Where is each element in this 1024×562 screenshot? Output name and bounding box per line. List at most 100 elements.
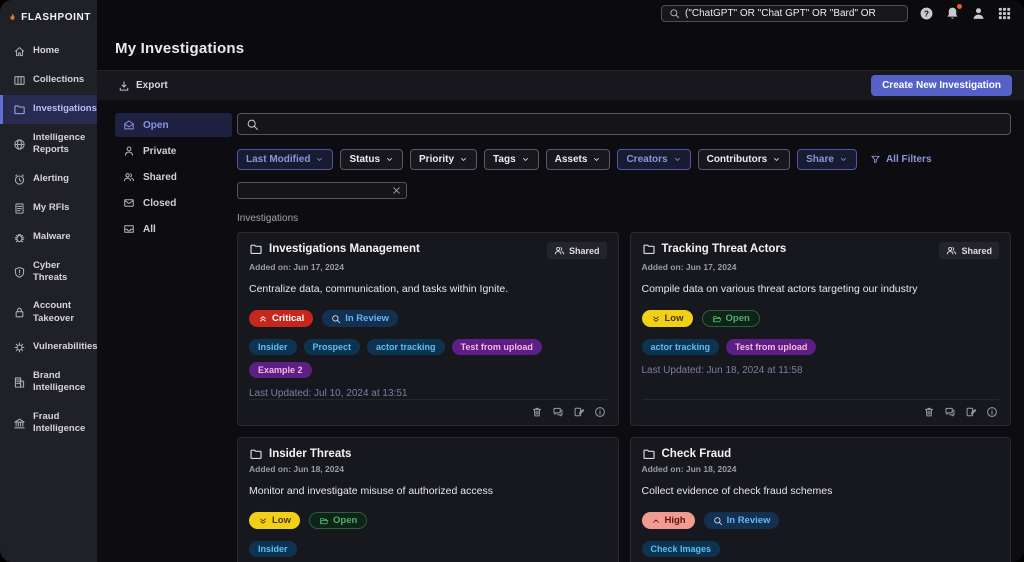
brand-logo[interactable]: FLASHPOINT	[0, 0, 97, 37]
info-icon[interactable]	[986, 406, 998, 418]
svg-text:?: ?	[924, 9, 929, 18]
filter-value-input[interactable]	[237, 182, 407, 199]
tag-pill[interactable]: Insider	[249, 541, 297, 557]
tag-pill[interactable]: Check Images	[642, 541, 721, 557]
funnel-icon	[870, 154, 881, 165]
card-added-date: Added on: Jun 18, 2024	[642, 464, 1000, 474]
tag-pill[interactable]: Test from upload	[726, 339, 816, 355]
subnav-item-shared[interactable]: Shared	[115, 165, 232, 189]
filter-contributors[interactable]: Contributors	[698, 149, 791, 170]
card-tags: Insider Prospect actor tracking Test from u…	[249, 339, 607, 378]
subnav-item-closed[interactable]: Closed	[115, 191, 232, 215]
investigation-card-insider-threats[interactable]: Insider Threats Added on: Jun 18, 2024 M…	[237, 437, 619, 562]
status-badge: In Review	[322, 310, 398, 327]
help-icon[interactable]: ?	[919, 6, 934, 21]
mail-open-icon	[123, 119, 135, 131]
content: Open Private Shared Closed All Last Modi…	[97, 100, 1024, 562]
card-tags: actor tracking Test from upload	[642, 339, 1000, 355]
chevron-up-icon	[651, 516, 661, 526]
info-icon[interactable]	[594, 406, 606, 418]
chevron-down-icon	[592, 155, 601, 164]
chevrons-up-icon	[258, 314, 268, 324]
shared-badge: Shared	[939, 242, 999, 259]
tag-pill[interactable]: actor tracking	[367, 339, 445, 355]
globe-icon	[13, 138, 26, 151]
sidebar-item-investigations[interactable]: Investigations	[0, 95, 97, 124]
filter-tags[interactable]: Tags	[484, 149, 539, 170]
filter-status[interactable]: Status	[340, 149, 403, 170]
priority-badge: Critical	[249, 310, 313, 327]
card-title[interactable]: Investigations Management	[269, 243, 420, 255]
create-new-investigation-button[interactable]: Create New Investigation	[871, 75, 1012, 96]
download-icon	[118, 80, 130, 92]
filter-priority[interactable]: Priority	[410, 149, 477, 170]
filter-last-modified[interactable]: Last Modified	[237, 149, 333, 170]
sidebar-item-cyber-threats[interactable]: Cyber Threats	[0, 252, 97, 293]
sidebar-item-fraud-intelligence[interactable]: Fraud Intelligence	[0, 403, 97, 444]
people-icon	[946, 245, 957, 256]
edit-icon[interactable]	[965, 406, 977, 418]
page-header: My Investigations	[97, 26, 1024, 70]
apps-icon[interactable]	[997, 6, 1012, 21]
bug-icon	[13, 231, 26, 244]
sidebar-item-vulnerabilities[interactable]: Vulnerabilities	[0, 333, 97, 362]
tag-pill[interactable]: Insider	[249, 339, 297, 355]
card-title[interactable]: Check Fraud	[662, 448, 732, 460]
investigations-search[interactable]	[237, 113, 1011, 135]
priority-badge: Low	[249, 512, 300, 529]
investigation-card-check-fraud[interactable]: Check Fraud Added on: Jun 18, 2024 Colle…	[630, 437, 1012, 562]
investigations-search-input[interactable]	[265, 117, 1002, 131]
main-area: ? My Investigations Export Create New In…	[97, 0, 1024, 562]
search-icon	[331, 314, 341, 324]
comments-icon[interactable]	[944, 406, 956, 418]
search-icon	[246, 118, 259, 131]
investigation-card-tracking-threat-actors[interactable]: Tracking Threat Actors Shared Added on: …	[630, 232, 1012, 426]
sidebar-item-alerting[interactable]: Alerting	[0, 165, 97, 194]
home-icon	[13, 45, 26, 58]
tag-pill[interactable]: Test from upload	[452, 339, 542, 355]
global-search-input[interactable]	[685, 8, 900, 19]
all-filters-button[interactable]: All Filters	[870, 154, 932, 165]
global-search[interactable]	[661, 5, 908, 22]
filter-value-field[interactable]	[244, 184, 391, 197]
account-icon[interactable]	[971, 6, 986, 21]
export-button[interactable]: Export	[118, 80, 168, 92]
sidebar-item-home[interactable]: Home	[0, 37, 97, 66]
card-tags: Insider	[249, 541, 607, 557]
sidebar-item-brand-intelligence[interactable]: Brand Intelligence	[0, 362, 97, 403]
card-title[interactable]: Tracking Threat Actors	[662, 243, 787, 255]
sidebar-item-intelligence-reports[interactable]: Intelligence Reports	[0, 124, 97, 165]
clear-icon[interactable]	[391, 185, 402, 196]
delete-icon[interactable]	[531, 406, 543, 418]
filter-creators[interactable]: Creators	[617, 149, 690, 170]
status-badge: Open	[702, 310, 760, 327]
tag-pill[interactable]: Prospect	[304, 339, 361, 355]
subnav-item-private[interactable]: Private	[115, 139, 232, 163]
card-title[interactable]: Insider Threats	[269, 448, 351, 460]
shield-icon	[13, 266, 26, 279]
comments-icon[interactable]	[552, 406, 564, 418]
chevrons-down-icon	[651, 314, 661, 324]
sidebar-item-account-takeover[interactable]: Account Takeover	[0, 292, 97, 333]
sidebar-item-my-rfis[interactable]: My RFIs	[0, 194, 97, 223]
tag-pill[interactable]: Example 2	[249, 362, 312, 378]
delete-icon[interactable]	[923, 406, 935, 418]
folder-open-icon	[712, 314, 722, 324]
notifications-icon[interactable]	[945, 6, 960, 21]
filter-assets[interactable]: Assets	[546, 149, 611, 170]
edit-icon[interactable]	[573, 406, 585, 418]
subnav-item-all[interactable]: All	[115, 217, 232, 241]
chevron-down-icon	[521, 155, 530, 164]
lock-icon	[13, 306, 26, 319]
priority-badge: High	[642, 512, 695, 529]
card-added-date: Added on: Jun 17, 2024	[642, 262, 1000, 272]
investigation-card-investigations-management[interactable]: Investigations Management Shared Added o…	[237, 232, 619, 426]
sidebar-item-malware[interactable]: Malware	[0, 223, 97, 252]
sidebar-item-collections[interactable]: Collections	[0, 66, 97, 95]
topbar: ?	[97, 0, 1024, 26]
tag-pill[interactable]: actor tracking	[642, 339, 720, 355]
subnav-item-open[interactable]: Open	[115, 113, 232, 137]
virus-icon	[13, 341, 26, 354]
status-badge: In Review	[704, 512, 780, 529]
filter-share[interactable]: Share	[797, 149, 857, 170]
